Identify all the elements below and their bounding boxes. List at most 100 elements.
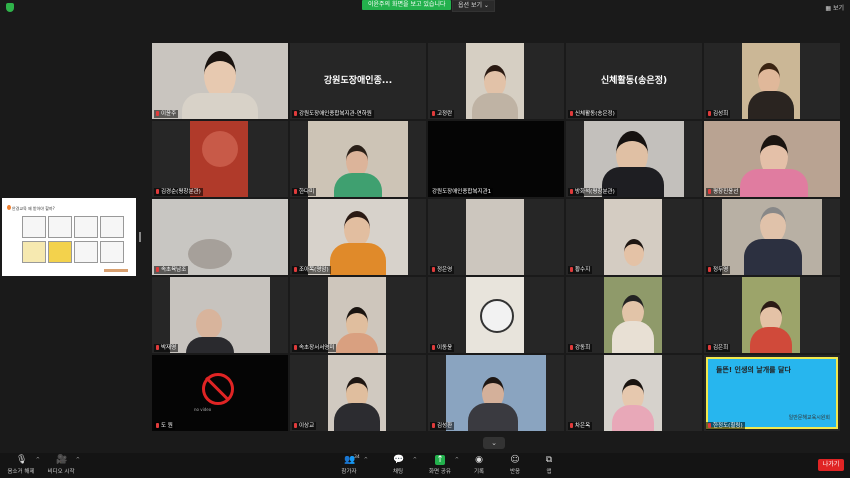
participant-name: 박재영 [154,344,179,352]
microphone-muted-icon [156,267,159,272]
participant-tile[interactable]: 이동윤 [428,277,564,353]
participants-icon: 👥 [344,455,356,465]
reactions-button[interactable]: ☺ 반응 [498,455,532,475]
microphone-muted-icon [570,111,573,116]
top-bar: 이윤주의 화면을 보고 있습니다 옵션 보기 ⌄ ▦ 보기 [0,0,850,14]
participant-tile[interactable]: 황수지 [566,199,702,275]
card-headline: 들뜬! 인생의 날개를 달다 [716,366,791,374]
participant-name: 강원도장애인종합복지관1 [430,188,494,196]
slide-image [74,241,98,263]
share-screen-icon: ↑ [435,455,445,465]
virtual-background-card: 들뜬! 인생의 날개를 달다 일반문해교육시원회 [706,357,838,429]
participant-tile[interactable]: 김성환 [428,355,564,431]
security-shield-icon[interactable] [6,3,14,12]
apps-label: 앱 [546,469,552,475]
participant-tile[interactable]: 강원도장애인종합복지관1 [428,121,564,197]
participant-tile[interactable]: 김성희 [704,43,840,119]
card-subtitle: 일반문해교육시원회 [788,415,830,421]
microphone-muted-icon [708,345,711,350]
participant-tile[interactable]: 고정란 [428,43,564,119]
record-button[interactable]: ◉ 기록 [462,455,496,475]
chevron-up-icon[interactable]: ^ [36,457,40,463]
leave-meeting-button[interactable]: 나가기 [818,459,844,471]
participant-tile[interactable]: 이상교 [290,355,426,431]
reactions-icon: ☺ [510,455,520,465]
participant-tile[interactable]: 박재영 [152,277,288,353]
participant-tile[interactable]: 들뜬! 인생의 날개를 달다 일반문해교육시원회 한정도(힐링) [704,355,840,431]
participant-tile[interactable]: 한다미 [290,121,426,197]
participant-name: 이윤주 [154,110,179,118]
chevron-up-icon[interactable]: ^ [413,457,417,463]
participant-tile[interactable]: 김은희 [704,277,840,353]
start-video-label: 비디오 시작 [47,469,75,475]
chat-button[interactable]: 💬 채팅 ^ [381,455,417,475]
screen-share-banner: 이윤주의 화면을 보고 있습니다 [362,0,452,10]
participant-tile[interactable]: 정두영 [704,199,840,275]
microphone-muted-icon [570,267,573,272]
participant-tile[interactable]: ··· 평창진윤선 [704,121,840,197]
participant-tile[interactable]: 이윤주 [152,43,288,119]
slide-image [74,216,98,238]
participant-tile[interactable]: 속초장서서영미 [290,277,426,353]
participant-tile[interactable]: 방화석(평창분관) [566,121,702,197]
participant-tile[interactable]: 속초육남조 [152,199,288,275]
shared-screen-thumbnail[interactable]: 안경교육 왜 받아야 할까? [2,198,136,276]
chevron-up-icon[interactable]: ^ [364,457,368,463]
view-options-button[interactable]: 옵션 보기 ⌄ [452,0,495,12]
unmute-button[interactable]: 🎙 음소거 해제 ^ [4,455,40,475]
participant-name: 김은희 [706,344,731,352]
participant-tile[interactable]: no video 도 원 [152,355,288,431]
microphone-muted-icon [294,189,297,194]
microphone-muted-icon [432,423,435,428]
chevron-up-icon[interactable]: ^ [455,457,459,463]
view-button-label: 보기 [832,5,844,12]
microphone-muted-icon [708,111,711,116]
share-screen-label: 화면 공유 [429,469,451,475]
start-video-button[interactable]: 🎥 비디오 시작 ^ [44,455,80,475]
participant-tile[interactable]: 신체활동(송은정) 신체활동(송은정) [566,43,702,119]
slide-title: 안경교육 왜 받아야 할까? [12,206,55,211]
participant-tile[interactable]: 강원도장애인종... 강원도장애인종합복지관-연하원 [290,43,426,119]
participants-button[interactable]: 👥 34 참가자 ^ [332,455,368,475]
participant-tile[interactable]: 차은옥 [566,355,702,431]
chevron-up-icon[interactable]: ^ [76,457,80,463]
microphone-muted-icon [156,111,159,116]
participant-name: 강원도장애인종합복지관-연하원 [292,110,374,118]
slide-image [22,241,46,263]
participants-count: 34 [354,455,360,460]
participant-name: 차은옥 [568,422,593,430]
collapse-toolbar-chevron-icon[interactable]: ⌄ [483,437,505,449]
view-options-label: 옵션 보기 [458,2,482,9]
share-screen-button[interactable]: ↑ 화면 공유 ^ [423,455,459,475]
participant-tile[interactable]: 조아목(명암) [290,199,426,275]
participant-display-name: 신체활동(송은정) [600,76,668,86]
participant-name: 정두영 [706,266,731,274]
microphone-muted-icon [294,423,297,428]
participants-label: 참가자 [341,469,357,475]
microphone-muted-icon [156,189,159,194]
participant-tile[interactable]: 강동희 [566,277,702,353]
participant-name: 이상교 [292,422,317,430]
slide-image [48,241,72,263]
participant-tile[interactable]: 정은영 [428,199,564,275]
participant-name: 한다미 [292,188,317,196]
participant-name: 고정란 [430,110,455,118]
camera-off-icon [202,373,234,405]
apps-icon: ⧉ [545,455,553,465]
participant-tile[interactable]: 김경순(평창분관) [152,121,288,197]
split-view-handle[interactable] [139,232,141,242]
microphone-muted-icon [294,345,297,350]
participant-name: 이동윤 [430,344,455,352]
participant-name: 평창진윤선 [706,188,741,196]
apps-button[interactable]: ⧉ 앱 [532,455,566,475]
microphone-muted-icon [570,423,573,428]
slide-image [48,216,72,238]
slide-image [22,216,46,238]
participant-name: 도 원 [154,422,175,430]
microphone-muted-icon [708,189,711,194]
participant-name: 신체활동(송은정) [568,110,617,118]
participant-name: 김성환 [430,422,455,430]
record-label: 기록 [473,469,485,475]
view-button[interactable]: ▦ 보기 [825,3,844,12]
chat-label: 채팅 [392,469,404,475]
